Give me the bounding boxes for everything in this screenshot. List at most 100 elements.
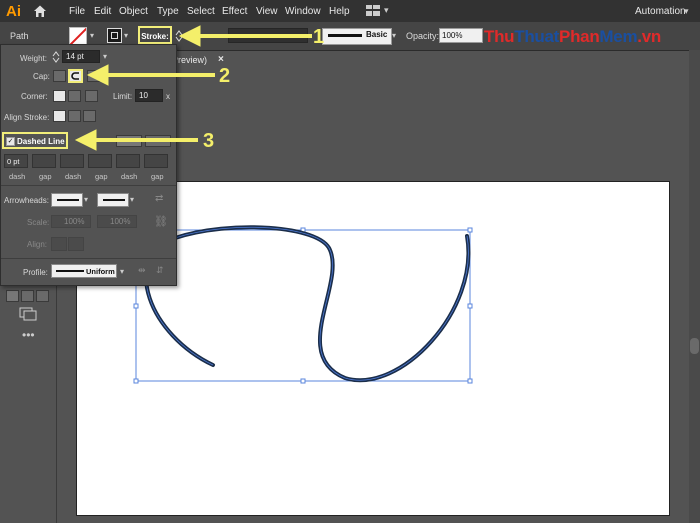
align-stroke-label: Align Stroke: [4, 113, 50, 122]
butt-cap-icon[interactable] [53, 70, 66, 82]
round-join-icon[interactable] [68, 90, 81, 102]
app-logo: Ai [6, 3, 21, 20]
align-inside-icon[interactable] [68, 110, 81, 122]
end-scale-input[interactable]: 100% [97, 215, 137, 228]
gap-input-3[interactable] [144, 154, 168, 168]
annotation-number: 3 [203, 130, 215, 152]
menu-edit[interactable]: Edit [94, 6, 111, 17]
chevron-down-icon[interactable]: ▾ [124, 31, 128, 40]
watermark-part: Thuat [514, 27, 560, 46]
profile-value: Uniform [86, 267, 115, 276]
checkbox-check-icon: ✓ [6, 137, 15, 146]
arrow-place-icon[interactable] [68, 237, 84, 251]
dashed-line-label: Dashed Line [17, 137, 65, 146]
miter-join-icon[interactable] [53, 90, 66, 102]
fill-none-swatch[interactable] [69, 27, 87, 45]
dashed-line-checkbox[interactable]: ✓ Dashed Line [2, 132, 68, 149]
draw-behind-icon[interactable] [21, 290, 34, 302]
screen-mode-icon[interactable] [19, 307, 37, 321]
bevel-join-icon[interactable] [85, 90, 98, 102]
divider [1, 185, 176, 186]
limit-label: Limit: [113, 92, 133, 101]
limit-unit: x [166, 92, 170, 101]
opacity-input[interactable]: 100% [439, 28, 483, 43]
annotation-number: 1 [313, 26, 325, 48]
dash-input-3[interactable] [116, 154, 140, 168]
home-icon[interactable] [33, 4, 47, 18]
vertical-scrollbar[interactable] [689, 50, 700, 523]
menu-file[interactable]: File [69, 6, 85, 17]
weight-label: Weight: [20, 54, 47, 63]
gap-input-2[interactable] [88, 154, 112, 168]
gap-label: gap [39, 172, 52, 181]
draw-inside-icon[interactable] [36, 290, 49, 302]
profile-preview [56, 270, 84, 272]
draw-normal-icon[interactable] [6, 290, 19, 302]
menu-select[interactable]: Select [187, 6, 215, 17]
flip-vertical-icon[interactable]: ⇵ [156, 265, 164, 276]
workspace-switcher[interactable]: Automation [635, 6, 686, 17]
preserve-dash-icon[interactable] [116, 135, 142, 147]
watermark-part: .vn [637, 27, 661, 46]
chevron-down-icon[interactable]: ▾ [392, 31, 396, 40]
link-scale-icon[interactable]: ⛓ [154, 215, 168, 228]
dash-input-1[interactable]: 0 pt [4, 154, 28, 168]
menu-object[interactable]: Object [119, 6, 148, 17]
menu-effect[interactable]: Effect [222, 6, 247, 17]
watermark: ThuThuatPhanMem.vn [484, 27, 661, 47]
menu-help[interactable]: Help [329, 6, 350, 17]
weight-input[interactable]: 14 pt [62, 50, 100, 63]
flip-horizontal-icon[interactable]: ⇹ [138, 265, 146, 276]
chevron-down-icon[interactable]: ▾ [130, 195, 134, 204]
annotation-number: 2 [219, 65, 231, 87]
gap-input-1[interactable] [32, 154, 56, 168]
gap-label: gap [151, 172, 164, 181]
chevron-down-icon[interactable]: ▾ [84, 195, 88, 204]
align-arrows-label: Align: [27, 240, 48, 249]
stepper-icon[interactable] [175, 30, 183, 42]
divider [1, 258, 176, 259]
arrowheads-label: Arrowheads: [4, 196, 49, 205]
chevron-down-icon[interactable]: ▾ [384, 5, 389, 16]
stepper-icon[interactable] [52, 51, 60, 63]
profile-label: Profile: [23, 268, 48, 277]
align-dash-icon[interactable] [145, 135, 171, 147]
align-outside-icon[interactable] [83, 110, 96, 122]
limit-input[interactable]: 10 [135, 89, 163, 102]
gap-label: gap [95, 172, 108, 181]
end-arrowhead-select[interactable] [97, 193, 129, 207]
round-cap-icon[interactable] [68, 69, 83, 83]
chevron-down-icon[interactable]: ▾ [103, 52, 107, 61]
start-arrowhead-select[interactable] [51, 193, 83, 207]
stroke-color-swatch[interactable] [107, 28, 122, 43]
menu-window[interactable]: Window [285, 6, 321, 17]
swap-arrowheads-icon[interactable]: ⇄ [155, 193, 163, 204]
align-center-icon[interactable] [53, 110, 66, 122]
arrow-extend-icon[interactable] [51, 237, 67, 251]
more-tools-icon[interactable]: ••• [22, 328, 35, 342]
watermark-part: Mem [599, 27, 638, 46]
draw-mode-buttons [6, 290, 49, 302]
variable-width-field[interactable] [228, 28, 308, 43]
chevron-down-icon[interactable]: ▾ [684, 6, 689, 17]
width-profile-select[interactable]: Uniform [51, 264, 117, 278]
dash-label: dash [9, 172, 26, 181]
opacity-label: Opacity: [406, 31, 440, 41]
start-scale-input[interactable]: 100% [51, 215, 91, 228]
projecting-cap-icon[interactable] [87, 70, 100, 82]
menu-type[interactable]: Type [157, 6, 179, 17]
close-icon[interactable]: × [218, 54, 224, 65]
chevron-down-icon[interactable]: ▾ [120, 267, 124, 276]
tab-label: Preview) [172, 55, 208, 65]
dash-input-2[interactable] [60, 154, 84, 168]
menu-bar: Ai File Edit Object Type Select Effect V… [0, 0, 700, 22]
stroke-panel-button[interactable]: Stroke: [138, 26, 172, 44]
watermark-part: Thu [484, 27, 515, 46]
cap-label: Cap: [33, 72, 50, 81]
chevron-down-icon[interactable]: ▾ [90, 31, 94, 40]
scrollbar-thumb[interactable] [690, 338, 699, 354]
menu-view[interactable]: View [256, 6, 278, 17]
scale-label: Scale: [27, 218, 50, 227]
workspace-grid-icon[interactable] [366, 5, 380, 16]
dash-label: dash [121, 172, 138, 181]
